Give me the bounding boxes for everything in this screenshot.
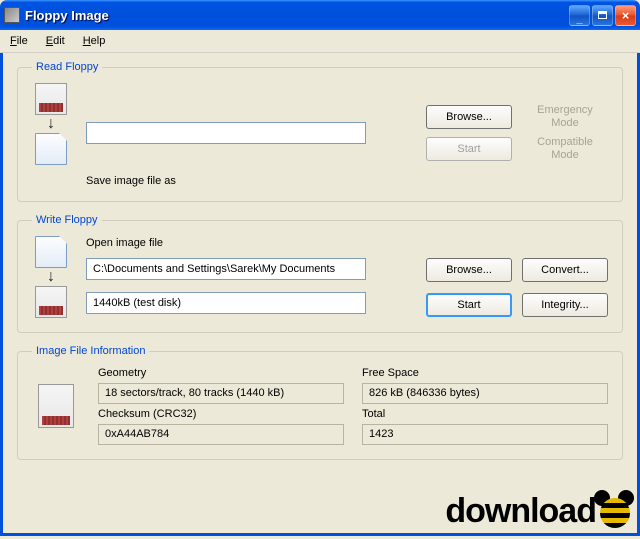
app-icon bbox=[4, 7, 20, 23]
save-image-input[interactable] bbox=[86, 122, 366, 144]
arrow-down-icon: ↓ bbox=[47, 270, 55, 284]
file-icon bbox=[35, 133, 67, 165]
open-image-input[interactable]: C:\Documents and Settings\Sarek\My Docum… bbox=[86, 258, 366, 280]
minimize-button[interactable]: _ bbox=[569, 5, 590, 26]
menu-file[interactable]: File bbox=[6, 34, 32, 48]
floppy-icon bbox=[35, 83, 67, 115]
checksum-value: 0xA44AB784 bbox=[98, 424, 344, 445]
document-floppy-icon bbox=[38, 384, 74, 428]
free-space-value: 826 kB (846336 bytes) bbox=[362, 383, 608, 404]
info-icon-cell bbox=[32, 367, 80, 445]
convert-button[interactable]: Convert... bbox=[522, 258, 608, 282]
menu-help[interactable]: Help bbox=[79, 34, 110, 48]
write-browse-button[interactable]: Browse... bbox=[426, 258, 512, 282]
write-icon-column: ↓ bbox=[32, 236, 70, 318]
open-image-label: Open image file bbox=[86, 237, 608, 249]
emergency-mode-label: Emergency Mode bbox=[522, 104, 608, 130]
read-floppy-legend: Read Floppy bbox=[32, 61, 102, 73]
disk-info-input[interactable]: 1440kB (test disk) bbox=[86, 292, 366, 314]
write-start-button[interactable]: Start bbox=[426, 293, 512, 317]
checksum-label: Checksum (CRC32) bbox=[98, 408, 344, 420]
free-space-label: Free Space bbox=[362, 367, 608, 379]
image-info-group: Image File Information Geometry Free Spa… bbox=[17, 345, 623, 460]
integrity-button[interactable]: Integrity... bbox=[522, 293, 608, 317]
floppy-icon bbox=[35, 286, 67, 318]
total-value: 1423 bbox=[362, 424, 608, 445]
write-floppy-group: Write Floppy ↓ Open image file C:\Docume… bbox=[17, 214, 623, 333]
window-controls: _ × bbox=[569, 5, 636, 26]
close-button[interactable]: × bbox=[615, 5, 636, 26]
read-floppy-group: Read Floppy ↓ Save image file as Browse.… bbox=[17, 61, 623, 202]
image-info-legend: Image File Information bbox=[32, 345, 149, 357]
total-label: Total bbox=[362, 408, 608, 420]
read-icon-column: ↓ bbox=[32, 83, 70, 165]
compatible-mode-label: Compatible Mode bbox=[522, 136, 608, 162]
file-icon bbox=[35, 236, 67, 268]
window-title: Floppy Image bbox=[25, 8, 569, 23]
geometry-label: Geometry bbox=[98, 367, 344, 379]
menu-edit[interactable]: Edit bbox=[42, 34, 69, 48]
read-start-button: Start bbox=[426, 137, 512, 161]
arrow-down-icon: ↓ bbox=[47, 117, 55, 131]
save-image-label: Save image file as bbox=[86, 175, 608, 187]
geometry-value: 18 sectors/track, 80 tracks (1440 kB) bbox=[98, 383, 344, 404]
menubar: File Edit Help bbox=[0, 30, 640, 53]
client-area: Read Floppy ↓ Save image file as Browse.… bbox=[0, 53, 640, 536]
maximize-button[interactable] bbox=[592, 5, 613, 26]
write-floppy-legend: Write Floppy bbox=[32, 214, 102, 226]
read-browse-button[interactable]: Browse... bbox=[426, 105, 512, 129]
titlebar: Floppy Image _ × bbox=[0, 0, 640, 30]
